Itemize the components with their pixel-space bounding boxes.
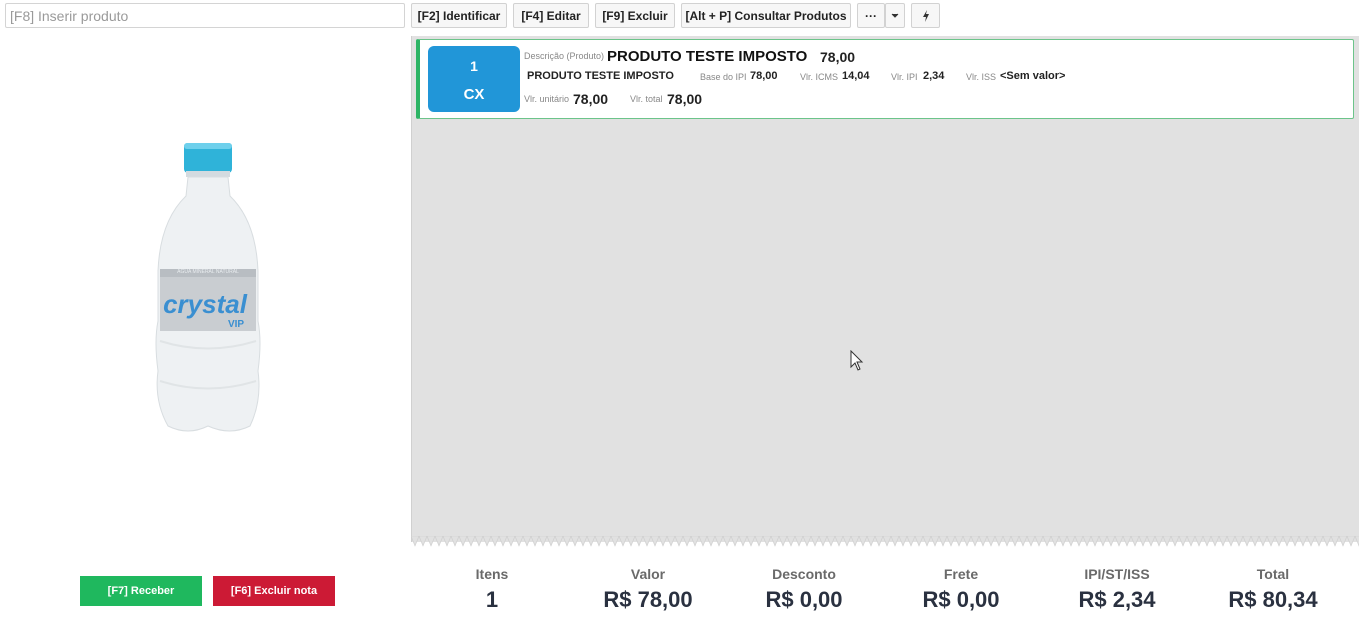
icms-value: 14,04 (842, 70, 870, 82)
summary-discount: Desconto R$ 0,00 (729, 566, 879, 613)
pos-screen: [F2] Identificar [F4] Editar [F9] Exclui… (0, 0, 1364, 640)
summary-total-value: R$ 80,34 (1228, 587, 1318, 612)
identify-button[interactable]: [F2] Identificar (411, 3, 507, 28)
iss-label: Vlr. ISS (966, 72, 997, 82)
consult-products-button[interactable]: [Alt + P] Consultar Produtos (681, 3, 851, 28)
ipi-label: Vlr. IPI (891, 72, 918, 82)
label-fine-print: ÁGUA MINERAL NATURAL (177, 268, 239, 275)
summary-freight: Frete R$ 0,00 (886, 566, 1036, 613)
summary-discount-label: Desconto (772, 566, 836, 582)
summary-discount-value: R$ 0,00 (765, 587, 843, 612)
list-item[interactable]: 1 CX Descrição (Produto) PRODUTO TESTE I… (416, 39, 1354, 119)
item-total-label: Vlr. total (630, 94, 663, 104)
summary-taxes: IPI/ST/ISS R$ 2,34 (1042, 566, 1192, 613)
description-label: Descrição (Produto) (524, 51, 605, 61)
summary-items-value: 1 (485, 587, 499, 612)
summary-items-label: Itens (475, 566, 509, 582)
brand-name: crystal (163, 289, 248, 319)
more-options-button[interactable]: ··· (857, 3, 885, 28)
summary-total: Total R$ 80,34 (1198, 566, 1348, 613)
summary-freight-value: R$ 0,00 (922, 587, 1000, 612)
receive-button[interactable]: [F7] Receber (80, 576, 202, 606)
mouse-cursor-icon (850, 350, 864, 371)
icms-label: Vlr. ICMS (800, 72, 839, 82)
edit-button[interactable]: [F4] Editar (513, 3, 589, 28)
quick-action-button[interactable] (911, 3, 940, 28)
delete-button[interactable]: [F9] Excluir (595, 3, 675, 28)
base-ipi-value: 78,00 (750, 70, 778, 82)
chevron-down-icon (891, 13, 899, 18)
options-dropdown-button[interactable] (885, 3, 905, 28)
quantity-badge: 1 CX (428, 46, 520, 112)
iss-value: <Sem valor> (1000, 70, 1066, 82)
search-input[interactable] (5, 3, 405, 28)
summary-taxes-value: R$ 2,34 (1078, 587, 1156, 612)
delete-note-button[interactable]: [F6] Excluir nota (213, 576, 335, 606)
summary-total-label: Total (1256, 566, 1290, 582)
item-total-value: 78,00 (667, 91, 703, 107)
product-image-pane: ÁGUA MINERAL NATURAL crystal VIP (0, 36, 410, 546)
description-price: 78,00 (820, 49, 856, 65)
unit-price-label: Vlr. unitário (524, 94, 570, 104)
base-ipi-label: Base do IPI (700, 72, 747, 82)
lightning-icon (922, 9, 929, 22)
product-name: PRODUTO TESTE IMPOSTO (527, 70, 674, 82)
quantity-value: 1 (470, 58, 478, 74)
receipt-zigzag-edge (411, 536, 1359, 547)
unit-price-value: 78,00 (573, 91, 609, 107)
summary-taxes-label: IPI/ST/ISS (1084, 566, 1150, 582)
summary-value-amount: R$ 78,00 (603, 587, 693, 612)
quantity-unit: CX (463, 86, 485, 103)
summary-value: Valor R$ 78,00 (573, 566, 723, 613)
summary-value-label: Valor (630, 566, 666, 582)
summary-freight-label: Frete (943, 566, 979, 582)
product-image: ÁGUA MINERAL NATURAL crystal VIP (155, 143, 261, 432)
summary-items: Itens 1 (417, 566, 567, 613)
description-value: PRODUTO TESTE IMPOSTO (607, 48, 808, 65)
brand-sub: VIP (228, 319, 244, 330)
ipi-value: 2,34 (923, 70, 945, 82)
